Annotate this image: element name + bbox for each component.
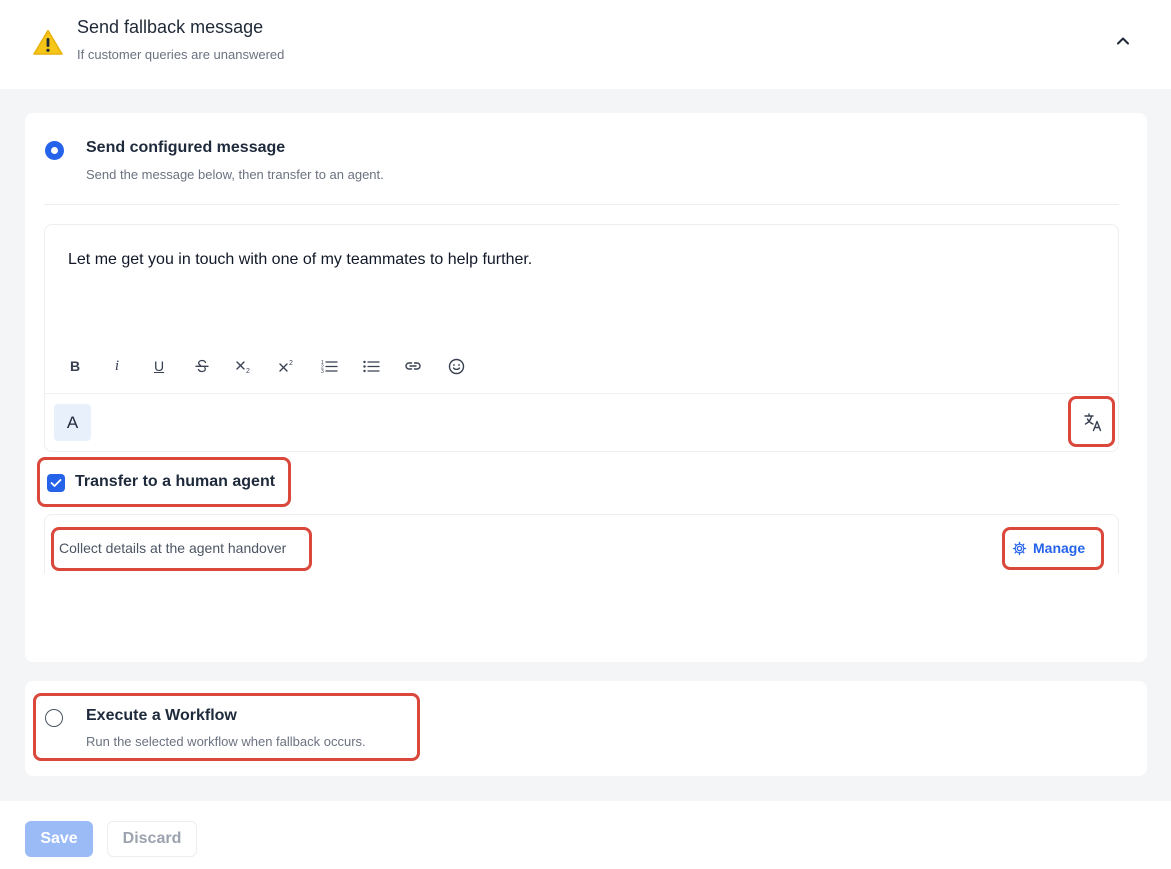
chevron-up-icon bbox=[1117, 37, 1129, 45]
ordered-list-icon: 1 2 3 bbox=[321, 360, 338, 374]
fallback-header bbox=[0, 0, 1171, 89]
header-subtitle: If customer queries are unanswered bbox=[77, 47, 285, 62]
transfer-checkbox[interactable] bbox=[47, 474, 65, 492]
discard-button[interactable]: Discard bbox=[107, 821, 197, 857]
italic-icon: i bbox=[114, 357, 120, 374]
emoji-icon bbox=[448, 358, 464, 374]
warning-icon bbox=[33, 29, 63, 55]
subscript-icon: 2 bbox=[236, 361, 250, 374]
option-title: Send configured message bbox=[86, 139, 286, 156]
svg-text:2: 2 bbox=[246, 368, 250, 374]
bullet-list-icon bbox=[363, 360, 380, 373]
save-button[interactable]: Save bbox=[25, 821, 93, 857]
header-title: Send fallback message bbox=[77, 17, 264, 37]
workflow-card bbox=[25, 681, 1147, 776]
message-text[interactable]: Let me get you in touch with one of my t… bbox=[68, 251, 532, 269]
italic-button[interactable]: i bbox=[105, 354, 129, 378]
workflow-description: Run the selected workflow when fallback … bbox=[86, 734, 366, 749]
link-icon bbox=[405, 362, 421, 370]
manage-label: Manage bbox=[1033, 540, 1086, 556]
manage-button[interactable]: Manage bbox=[1012, 537, 1085, 559]
svg-text:2: 2 bbox=[289, 360, 293, 367]
link-button[interactable] bbox=[401, 354, 425, 378]
collapse-button[interactable] bbox=[1112, 31, 1134, 51]
font-style-button[interactable]: A bbox=[54, 404, 91, 441]
strikethrough-icon bbox=[195, 359, 209, 373]
option-description: Send the message below, then transfer to… bbox=[86, 167, 384, 182]
bullet-list-button[interactable] bbox=[359, 354, 383, 378]
bold-button[interactable]: B bbox=[63, 354, 87, 378]
emoji-button[interactable] bbox=[444, 354, 468, 378]
superscript-icon: 2 bbox=[279, 360, 293, 372]
superscript-button[interactable]: 2 bbox=[275, 354, 299, 378]
send-configured-radio[interactable] bbox=[45, 141, 64, 160]
handover-text: Collect details at the agent handover bbox=[59, 540, 287, 556]
transfer-label[interactable]: Transfer to a human agent bbox=[75, 473, 275, 491]
underline-button[interactable]: U bbox=[147, 354, 171, 378]
divider bbox=[44, 204, 1119, 205]
bold-icon: B bbox=[69, 358, 81, 374]
translate-button[interactable] bbox=[1072, 398, 1114, 446]
workflow-title: Execute a Workflow bbox=[86, 707, 237, 724]
ordered-list-button[interactable]: 1 2 3 bbox=[317, 354, 341, 378]
svg-text:3: 3 bbox=[321, 369, 324, 374]
gear-icon bbox=[1012, 541, 1027, 555]
strikethrough-button[interactable] bbox=[190, 354, 214, 378]
execute-workflow-radio[interactable] bbox=[45, 709, 63, 727]
checkmark-icon bbox=[50, 479, 62, 487]
underline-icon: U bbox=[153, 358, 165, 374]
subscript-button[interactable]: 2 bbox=[232, 354, 256, 378]
font-icon: A bbox=[66, 412, 79, 432]
translate-icon bbox=[1084, 413, 1102, 432]
